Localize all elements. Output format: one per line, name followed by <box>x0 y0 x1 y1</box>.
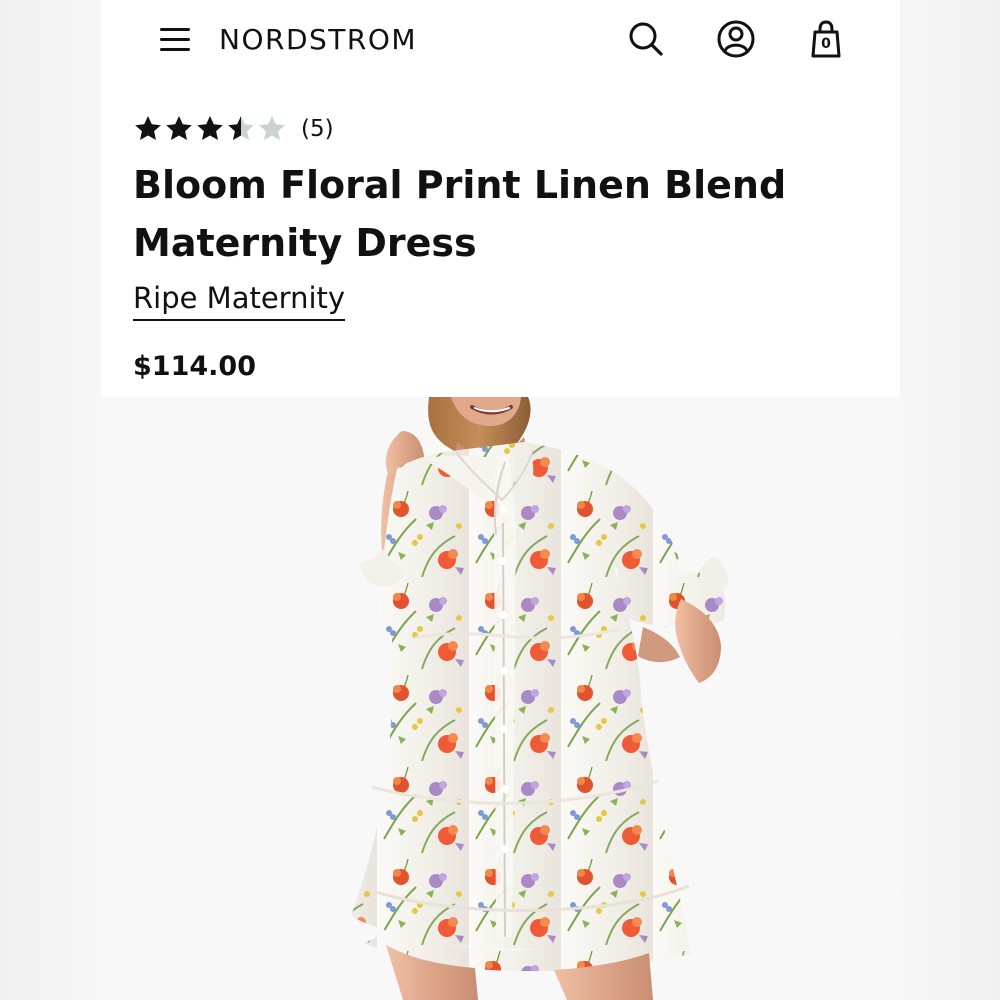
search-icon <box>629 22 663 56</box>
shopping-bag-button[interactable]: 0 <box>805 18 847 60</box>
product-image-container[interactable] <box>101 397 900 1000</box>
star-icon <box>197 116 223 140</box>
menu-icon-line <box>160 48 190 51</box>
product-image <box>101 397 900 1000</box>
cart-count: 0 <box>821 36 831 52</box>
star-icon <box>135 116 161 140</box>
product-price: $114.00 <box>133 351 256 382</box>
top-navigation: NORDSTROM 0 <box>101 0 900 84</box>
review-count[interactable]: (5) <box>301 112 334 146</box>
empty-star-icon <box>259 116 285 140</box>
shopping-bag-icon: 0 <box>808 19 844 59</box>
menu-icon-line <box>160 28 190 31</box>
rating-stars <box>133 114 287 144</box>
brand-link[interactable]: Ripe Maternity <box>133 278 346 321</box>
product-header-card: NORDSTROM 0 (5) Bloom Floral Print Linen… <box>101 0 900 397</box>
menu-icon-line <box>160 38 190 41</box>
account-button[interactable] <box>715 18 757 60</box>
account-icon <box>717 20 755 58</box>
half-star-icon <box>228 116 254 140</box>
star-icon <box>166 116 192 140</box>
product-rating[interactable]: (5) <box>133 112 334 146</box>
product-page: NORDSTROM 0 (5) Bloom Floral Print Linen… <box>0 0 1000 1000</box>
nordstrom-logo[interactable]: NORDSTROM <box>219 25 417 55</box>
search-button[interactable] <box>625 18 667 60</box>
product-title: Bloom Floral Print Linen Blend Maternity… <box>133 163 787 265</box>
menu-button[interactable] <box>158 25 192 55</box>
